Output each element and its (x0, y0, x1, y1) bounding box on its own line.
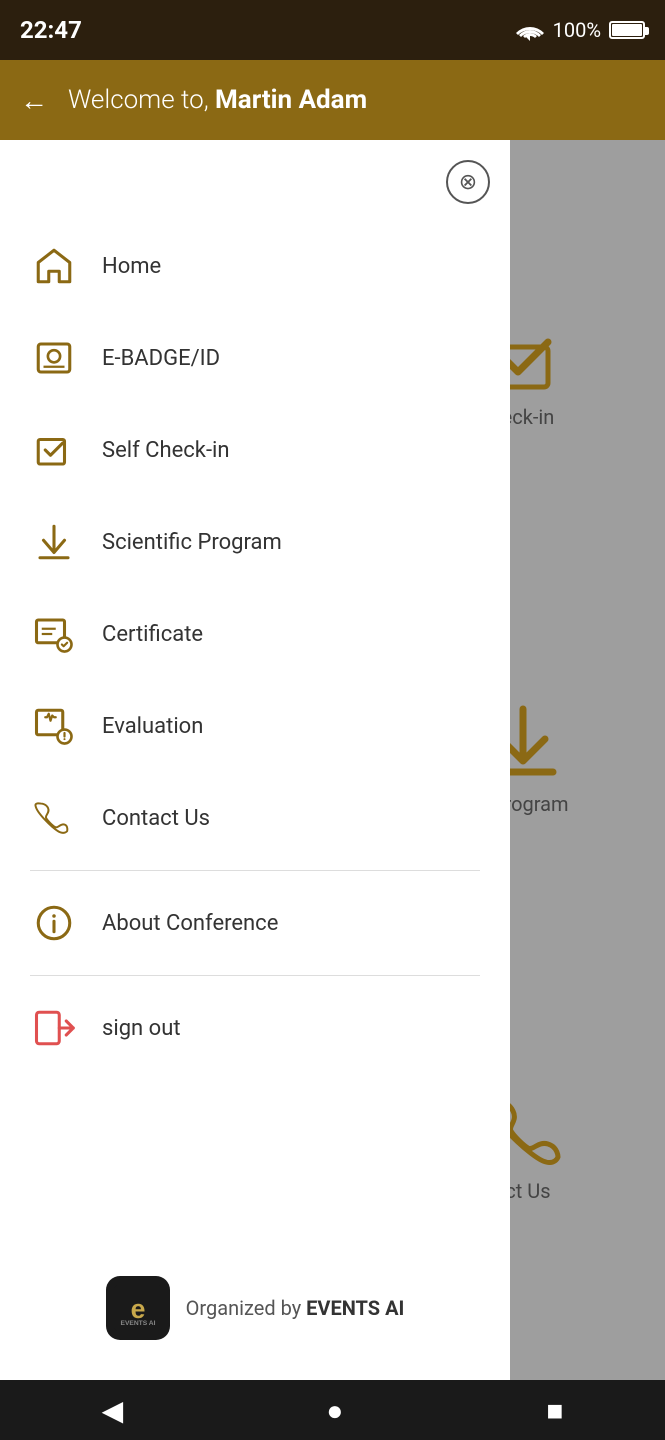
divider-1 (30, 870, 480, 871)
app-header: ← Welcome to, Martin Adam (0, 60, 665, 140)
menu-item-signout[interactable]: sign out (30, 982, 480, 1074)
nav-recents-button[interactable]: ■ (546, 1394, 563, 1427)
org-logo: e EVENTS AI (106, 1276, 170, 1340)
menu-item-evaluation[interactable]: Evaluation (30, 680, 480, 772)
menu-item-certificate[interactable]: Certificate (30, 588, 480, 680)
menu-label-signout: sign out (102, 1016, 181, 1041)
evaluation-icon (30, 702, 78, 750)
navigation-drawer: ⊗ Home E- (0, 140, 510, 1380)
scientific-program-icon (30, 518, 78, 566)
navigation-bar: ◀ ● ■ (0, 1380, 665, 1440)
nav-back-button[interactable]: ◀ (102, 1394, 124, 1427)
menu-item-ebadge[interactable]: E-BADGE/ID (30, 312, 480, 404)
status-icons: 100% (515, 18, 645, 42)
menu-list: Home E-BADGE/ID (0, 220, 510, 1246)
status-bar: 22:47 100% (0, 0, 665, 60)
signout-icon (30, 1004, 78, 1052)
org-text: Organized by EVENTS AI (186, 1296, 405, 1320)
nav-home-button[interactable]: ● (326, 1394, 343, 1427)
menu-item-scientific[interactable]: Scientific Program (30, 496, 480, 588)
main-area: heck-in c Program act Us ⊗ (0, 140, 665, 1380)
home-icon (30, 242, 78, 290)
certificate-icon (30, 610, 78, 658)
menu-label-home: Home (102, 254, 161, 279)
checkin-icon (30, 426, 78, 474)
back-button[interactable]: ← (20, 84, 48, 117)
menu-label-evaluation: Evaluation (102, 714, 203, 739)
battery-icon (609, 21, 645, 39)
menu-label-contact: Contact Us (102, 806, 210, 831)
menu-item-checkin[interactable]: Self Check-in (30, 404, 480, 496)
status-time: 22:47 (20, 16, 82, 44)
menu-label-scientific: Scientific Program (102, 530, 282, 555)
menu-label-checkin: Self Check-in (102, 438, 230, 463)
badge-icon (30, 334, 78, 382)
menu-item-contact[interactable]: Contact Us (30, 772, 480, 864)
info-icon (30, 899, 78, 947)
svg-text:EVENTS AI: EVENTS AI (120, 1320, 155, 1327)
divider-2 (30, 975, 480, 976)
close-drawer-button[interactable]: ⊗ (446, 160, 490, 204)
menu-label-about: About Conference (102, 911, 278, 936)
header-title: Welcome to, Martin Adam (68, 85, 367, 115)
wifi-icon (515, 19, 545, 41)
phone-icon (30, 794, 78, 842)
menu-label-certificate: Certificate (102, 622, 203, 647)
battery-percent: 100% (553, 18, 601, 42)
drawer-footer: e EVENTS AI Organized by EVENTS AI (0, 1246, 510, 1360)
menu-label-ebadge: E-BADGE/ID (102, 346, 220, 371)
menu-item-about[interactable]: About Conference (30, 877, 480, 969)
menu-item-home[interactable]: Home (30, 220, 480, 312)
